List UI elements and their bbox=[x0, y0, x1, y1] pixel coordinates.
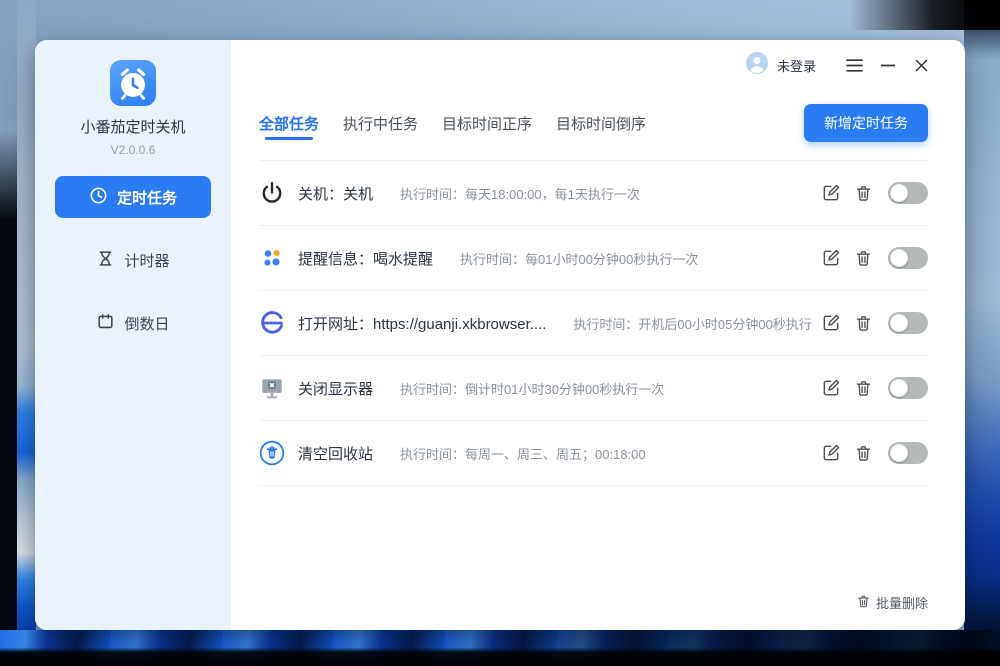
task-title: 清空回收站 bbox=[298, 443, 373, 464]
row-controls bbox=[821, 377, 928, 399]
close-button[interactable] bbox=[915, 59, 928, 72]
power-icon bbox=[259, 180, 285, 206]
minimize-button[interactable] bbox=[881, 64, 895, 67]
app-window: 小番茄定时关机 V2.0.0.6 定时任务 bbox=[35, 40, 965, 630]
browser-icon bbox=[259, 310, 285, 336]
row-controls bbox=[821, 312, 928, 334]
row-controls bbox=[821, 247, 928, 269]
task-row-monitor-off: 关闭显示器 执行时间：倒计时01小时30分钟00秒执行一次 bbox=[259, 356, 928, 421]
main-panel: 未登录 全部任务 执行中任务 bbox=[231, 40, 965, 630]
tab-target-time-asc[interactable]: 目标时间正序 bbox=[442, 104, 532, 142]
reminder-icon bbox=[259, 245, 285, 271]
sidebar-item-label: 倒数日 bbox=[124, 313, 169, 334]
task-enabled-toggle[interactable] bbox=[888, 312, 928, 334]
task-enabled-toggle[interactable] bbox=[888, 377, 928, 399]
task-filter-tabs: 全部任务 执行中任务 目标时间正序 目标时间倒序 bbox=[259, 104, 646, 142]
task-schedule: 执行时间：倒计时01小时30分钟00秒执行一次 bbox=[400, 379, 664, 398]
delete-icon[interactable] bbox=[854, 444, 873, 463]
wallpaper-top-right-shadow bbox=[850, 0, 1000, 30]
add-task-button[interactable]: 新增定时任务 bbox=[804, 104, 928, 142]
avatar[interactable] bbox=[745, 51, 769, 80]
edit-icon[interactable] bbox=[821, 183, 841, 203]
sidebar: 小番茄定时关机 V2.0.0.6 定时任务 bbox=[35, 40, 231, 630]
tab-all-tasks[interactable]: 全部任务 bbox=[259, 104, 319, 142]
batch-delete-button[interactable]: 批量删除 bbox=[856, 593, 928, 612]
edit-icon[interactable] bbox=[821, 313, 841, 333]
sidebar-item-label: 定时任务 bbox=[117, 187, 177, 208]
calendar-icon bbox=[96, 312, 115, 335]
app-logo-alarm-clock-icon bbox=[110, 60, 156, 106]
task-schedule: 执行时间：每天18:00:00，每1天执行一次 bbox=[400, 184, 640, 203]
toggle-knob bbox=[890, 379, 908, 397]
titlebar: 未登录 bbox=[259, 52, 928, 78]
wallpaper-right-folds bbox=[964, 0, 1000, 666]
row-controls bbox=[821, 182, 928, 204]
delete-icon[interactable] bbox=[854, 379, 873, 398]
row-controls bbox=[821, 442, 928, 464]
task-schedule: 执行时间：每01小时00分钟00秒执行一次 bbox=[460, 249, 698, 268]
login-status[interactable]: 未登录 bbox=[777, 56, 816, 75]
task-row-reminder: 提醒信息：喝水提醒 执行时间：每01小时00分钟00秒执行一次 bbox=[259, 226, 928, 291]
hamburger-menu-icon[interactable] bbox=[846, 59, 863, 72]
toggle-knob bbox=[890, 314, 908, 332]
task-schedule: 执行时间：开机后00小时05分钟00秒执行 bbox=[573, 314, 811, 333]
task-title: 关闭显示器 bbox=[298, 378, 373, 399]
wallpaper-left-shadow bbox=[0, 130, 17, 654]
batch-delete-label: 批量删除 bbox=[876, 593, 928, 612]
toggle-knob bbox=[890, 444, 908, 462]
delete-icon[interactable] bbox=[854, 184, 873, 203]
wallpaper-left-folds bbox=[17, 0, 36, 666]
task-enabled-toggle[interactable] bbox=[888, 182, 928, 204]
sidebar-menu: 定时任务 计时器 倒数日 bbox=[35, 176, 231, 344]
task-schedule: 执行时间：每周一、周三、周五；00:18:00 bbox=[400, 444, 646, 463]
wallpaper-bottom-folds bbox=[0, 630, 1000, 666]
delete-icon[interactable] bbox=[854, 249, 873, 268]
clock-icon bbox=[89, 186, 108, 209]
task-list: 关机：关机 执行时间：每天18:00:00，每1天执行一次 bbox=[259, 160, 928, 486]
hourglass-icon bbox=[96, 249, 115, 272]
task-title: 提醒信息：喝水提醒 bbox=[298, 248, 433, 269]
task-row-empty-recycle-bin: 清空回收站 执行时间：每周一、周三、周五；00:18:00 bbox=[259, 421, 928, 486]
edit-icon[interactable] bbox=[821, 443, 841, 463]
app-title: 小番茄定时关机 bbox=[35, 118, 231, 138]
sidebar-item-countdown-days[interactable]: 倒数日 bbox=[55, 302, 211, 344]
task-title: 打开网址：https://guanji.xkbrowser.... bbox=[298, 313, 546, 334]
edit-icon[interactable] bbox=[821, 378, 841, 398]
sidebar-item-label: 计时器 bbox=[124, 250, 169, 271]
toggle-knob bbox=[890, 184, 908, 202]
delete-icon[interactable] bbox=[854, 314, 873, 333]
monitor-off-icon bbox=[259, 375, 285, 401]
task-row-open-url: 打开网址：https://guanji.xkbrowser.... 执行时间：开… bbox=[259, 291, 928, 356]
sidebar-item-timer[interactable]: 计时器 bbox=[55, 239, 211, 281]
task-enabled-toggle[interactable] bbox=[888, 442, 928, 464]
tab-running-tasks[interactable]: 执行中任务 bbox=[343, 104, 418, 142]
sidebar-item-timed-tasks[interactable]: 定时任务 bbox=[55, 176, 211, 218]
toolbar: 全部任务 执行中任务 目标时间正序 目标时间倒序 新增定时任务 bbox=[259, 104, 928, 142]
app-version: V2.0.0.6 bbox=[35, 143, 231, 158]
trash-icon bbox=[856, 594, 871, 612]
task-row-shutdown: 关机：关机 执行时间：每天18:00:00，每1天执行一次 bbox=[259, 161, 928, 226]
recycle-bin-icon bbox=[259, 440, 285, 466]
tab-target-time-desc[interactable]: 目标时间倒序 bbox=[556, 104, 646, 142]
task-enabled-toggle[interactable] bbox=[888, 247, 928, 269]
task-title: 关机：关机 bbox=[298, 183, 373, 204]
desktop: 小番茄定时关机 V2.0.0.6 定时任务 bbox=[0, 0, 1000, 666]
edit-icon[interactable] bbox=[821, 248, 841, 268]
toggle-knob bbox=[890, 249, 908, 267]
